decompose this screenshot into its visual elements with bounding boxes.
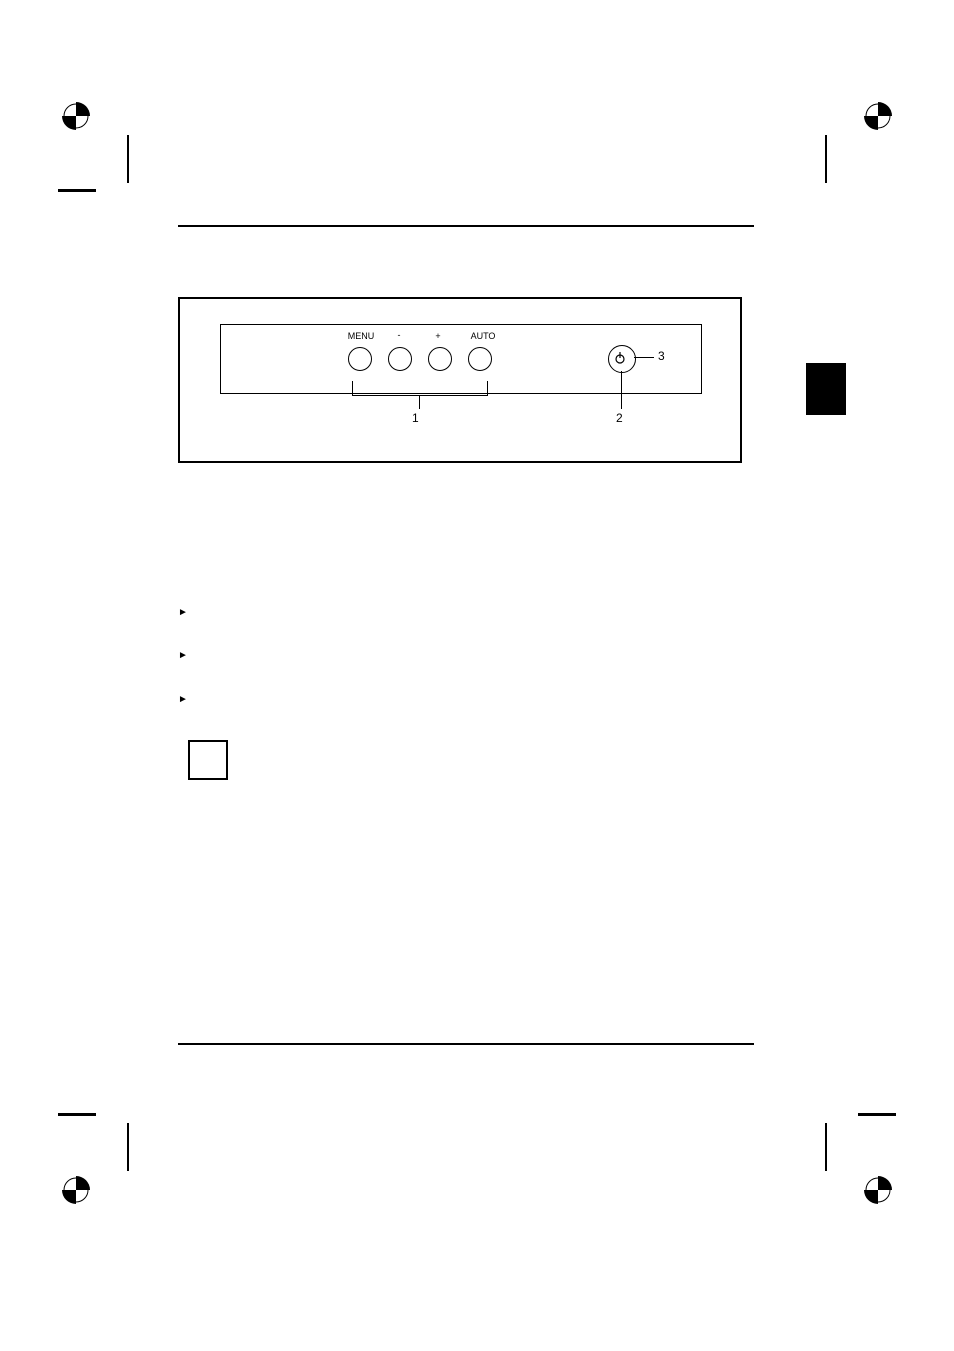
legend-row-3: 3 = xyxy=(178,559,754,577)
minus-button-icon xyxy=(388,347,412,371)
figure-legend: 1 = 2 = 3 = xyxy=(178,523,754,578)
callout-number-2: 2 xyxy=(616,411,623,425)
rule-bottom xyxy=(178,1043,754,1045)
crop-mark-icon xyxy=(864,102,892,130)
crop-bar xyxy=(127,135,129,183)
info-icon xyxy=(188,740,228,780)
step-list xyxy=(178,604,754,711)
button-label-menu: MENU xyxy=(346,331,376,341)
legend-row-1: 1 = xyxy=(178,523,754,541)
note-row xyxy=(188,740,754,780)
step-item-2 xyxy=(178,647,754,667)
button-label-auto: AUTO xyxy=(468,331,498,341)
page-root: MENU - + AUTO 1 3 2 1 = 2 = 3 = xyxy=(0,0,954,1351)
callout-leader-2 xyxy=(621,371,622,409)
callout-number-1: 1 xyxy=(412,411,419,425)
auto-button-icon xyxy=(468,347,492,371)
crop-bar xyxy=(58,189,96,192)
legend-row-2: 2 = xyxy=(178,541,754,559)
crop-mark-icon xyxy=(864,1176,892,1204)
plus-button-icon xyxy=(428,347,452,371)
crop-mark-icon xyxy=(62,102,90,130)
crop-bar xyxy=(825,135,827,183)
callout-number-3: 3 xyxy=(658,349,665,363)
rule-top xyxy=(178,225,754,227)
crop-bar xyxy=(58,1113,96,1116)
menu-button-icon xyxy=(348,347,372,371)
button-label-minus: - xyxy=(387,330,411,340)
crop-mark-icon xyxy=(62,1176,90,1204)
note-text xyxy=(248,740,252,760)
callout-bracket-1 xyxy=(352,381,488,396)
footer xyxy=(178,1043,754,1053)
thumb-tab xyxy=(806,363,846,415)
button-label-plus: + xyxy=(426,331,450,341)
callout-leader-3 xyxy=(634,357,654,358)
content-column: MENU - + AUTO 1 3 2 1 = 2 = 3 = xyxy=(178,225,754,820)
crop-bar xyxy=(127,1123,129,1171)
crop-bar xyxy=(858,1113,896,1116)
callout-stem-1 xyxy=(419,395,420,409)
step-item-3 xyxy=(178,691,754,711)
step-item-1 xyxy=(178,604,754,624)
crop-bar xyxy=(825,1123,827,1171)
front-panel-figure: MENU - + AUTO 1 3 2 xyxy=(178,297,742,463)
power-icon xyxy=(615,351,625,363)
